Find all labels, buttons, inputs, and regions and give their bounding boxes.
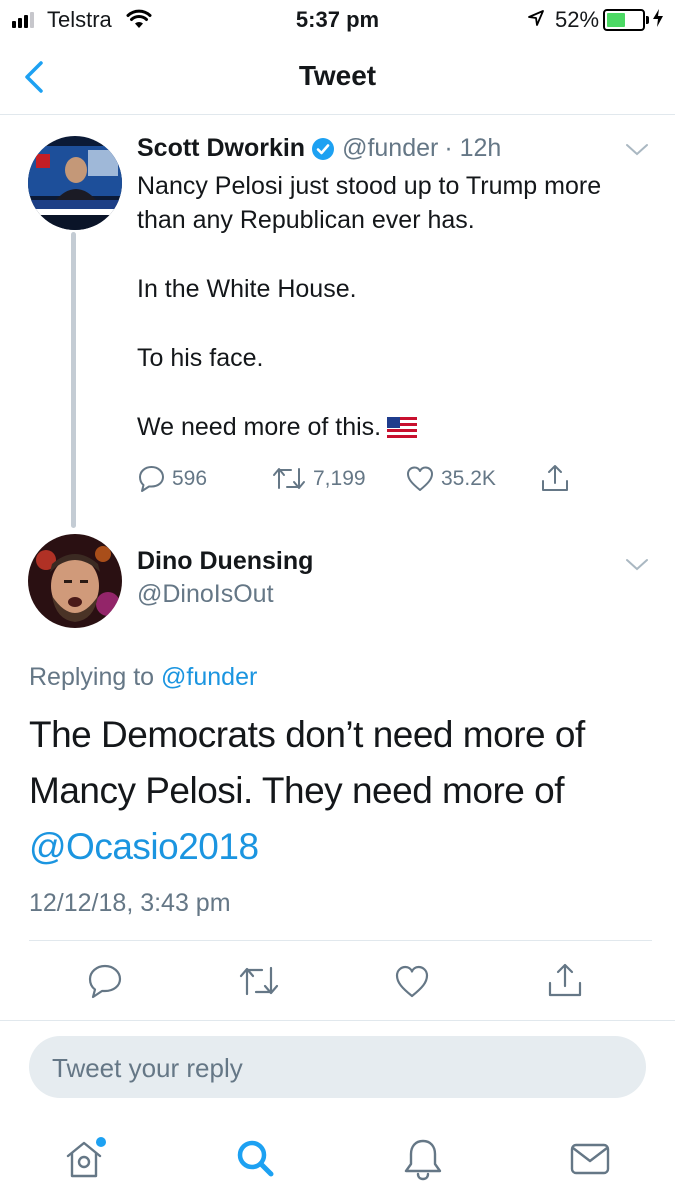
battery-percent: 52%	[555, 7, 600, 32]
page-title: Tweet	[298, 60, 377, 91]
author-handle[interactable]: @DinoIsOut	[137, 580, 274, 609]
divider	[29, 940, 652, 941]
chevron-down-icon[interactable]	[625, 143, 649, 157]
author-name[interactable]: Scott Dworkin	[137, 134, 305, 163]
tweet-paragraph: To his face.	[137, 344, 264, 372]
heart-icon[interactable]	[393, 962, 431, 1000]
retweet-icon	[273, 468, 305, 489]
reply-input[interactable]: Tweet your reply	[29, 1036, 646, 1098]
charging-bolt-icon	[653, 9, 663, 27]
share-icon[interactable]	[545, 960, 585, 1000]
search-icon	[237, 1140, 274, 1177]
reply-action[interactable]: 596	[137, 464, 207, 493]
location-arrow-icon	[528, 10, 544, 26]
tab-messages[interactable]	[567, 1136, 613, 1187]
tweet-age: · 12h	[444, 134, 502, 162]
tweet-paragraph: We need more of this.	[137, 413, 382, 441]
tweet-paragraph-last: We need more of this.	[137, 410, 647, 444]
verified-badge-icon	[312, 137, 335, 160]
reply-icon	[139, 466, 164, 492]
reply-icon[interactable]	[86, 962, 124, 1000]
divider	[0, 1020, 675, 1021]
retweet-count: 7,199	[313, 466, 366, 490]
thread-connector-line	[71, 232, 76, 528]
reply-count: 596	[172, 466, 208, 490]
messages-icon	[570, 1143, 610, 1175]
us-flag-icon	[387, 417, 418, 438]
tweet-paragraph: Nancy Pelosi just stood up to Trump more…	[137, 172, 602, 234]
heart-icon	[407, 466, 433, 491]
tab-notifications[interactable]	[400, 1136, 446, 1187]
status-bar: Telstra 5:37 pm 52%	[0, 0, 675, 40]
main-tweet-text: The Democrats don’t need more of Mancy P…	[29, 707, 659, 875]
avatar-dino-duensing[interactable]	[28, 534, 122, 628]
battery-icon	[603, 9, 649, 31]
like-action[interactable]: 35.2K	[405, 464, 496, 493]
tweet-paragraph: In the White House.	[137, 275, 357, 303]
like-count: 35.2K	[441, 466, 496, 490]
main-tweet-line: Mancy Pelosi. They need more of	[29, 770, 564, 811]
home-icon	[66, 1137, 106, 1178]
avatar-scott-dworkin[interactable]	[28, 136, 122, 230]
battery-level	[607, 13, 625, 27]
replying-to-label: Replying to	[29, 663, 155, 691]
replying-to: Replying to @funder	[29, 663, 257, 692]
tweet-timestamp: 12/12/18, 3:43 pm	[29, 889, 231, 917]
chevron-down-icon[interactable]	[625, 558, 649, 572]
share-icon[interactable]	[539, 462, 571, 494]
tab-home[interactable]	[62, 1136, 108, 1187]
tab-bar	[0, 1118, 675, 1200]
mention-link[interactable]: @Ocasio2018	[29, 819, 659, 875]
main-tweet-line: The Democrats don’t need more of	[29, 714, 585, 755]
author-handle[interactable]: @funder	[342, 134, 438, 163]
navigation-bar: Tweet	[0, 40, 675, 115]
author-name[interactable]: Dino Duensing	[137, 547, 313, 576]
retweet-icon[interactable]	[237, 962, 281, 1000]
tab-search[interactable]	[233, 1136, 279, 1187]
tweet-text: Nancy Pelosi just stood up to Trump more…	[137, 169, 647, 444]
notifications-icon	[404, 1139, 442, 1181]
reply-placeholder: Tweet your reply	[52, 1053, 243, 1083]
replying-to-handle[interactable]: @funder	[161, 663, 257, 691]
tweet-header: Scott Dworkin @funder · 12h	[137, 134, 627, 163]
retweet-action[interactable]: 7,199	[271, 464, 366, 493]
